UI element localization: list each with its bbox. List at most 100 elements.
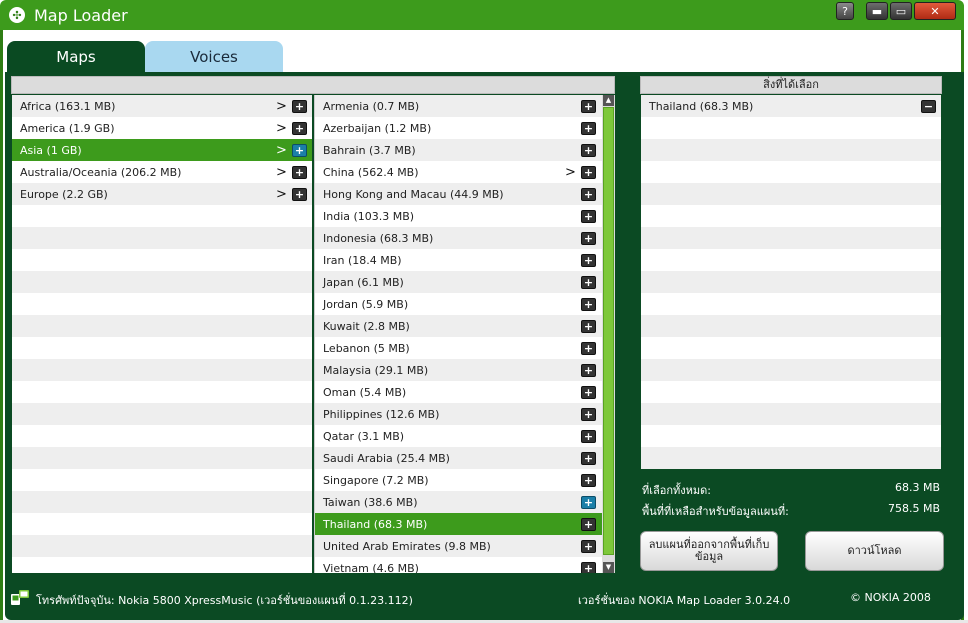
region-item[interactable]: America (1.9 GB) > + xyxy=(12,117,312,139)
chevron-right-icon[interactable]: > xyxy=(276,99,287,114)
add-icon[interactable]: + xyxy=(581,165,596,179)
add-icon[interactable]: + xyxy=(292,121,307,135)
add-icon[interactable]: + xyxy=(581,451,596,465)
country-item[interactable]: Thailand (68.3 MB) + xyxy=(315,513,602,535)
region-item[interactable]: Africa (163.1 MB) > + xyxy=(12,95,312,117)
region-item-label: Australia/Oceania (206.2 MB) xyxy=(20,165,182,179)
add-icon[interactable]: + xyxy=(581,539,596,553)
empty-row xyxy=(641,425,941,447)
add-icon[interactable]: + xyxy=(581,297,596,311)
add-icon[interactable]: + xyxy=(581,429,596,443)
country-item[interactable]: Lebanon (5 MB) + xyxy=(315,337,602,359)
remove-icon[interactable]: − xyxy=(921,99,936,113)
maximize-button[interactable]: ▭ xyxy=(890,2,912,20)
add-icon[interactable]: + xyxy=(581,253,596,267)
add-icon[interactable]: + xyxy=(581,143,596,157)
close-button[interactable]: ✕ xyxy=(914,2,956,20)
remove-maps-button[interactable]: ลบแผนที่ออกจากพื้นที่เก็บข้อมูล xyxy=(640,531,778,571)
selected-item[interactable]: Thailand (68.3 MB) − xyxy=(641,95,941,117)
country-item-label: Vietnam (4.6 MB) xyxy=(323,561,419,574)
country-item-label: United Arab Emirates (9.8 MB) xyxy=(323,539,491,553)
country-item[interactable]: United Arab Emirates (9.8 MB) + xyxy=(315,535,602,557)
free-space-label: พื้นที่ที่เหลือสำหรับข้อมูลแผนที่: xyxy=(642,505,789,518)
country-item[interactable]: Hong Kong and Macau (44.9 MB) + xyxy=(315,183,602,205)
chevron-right-icon[interactable]: > xyxy=(276,187,287,202)
scroll-down-arrow-icon[interactable]: ▼ xyxy=(603,562,614,573)
add-icon[interactable]: + xyxy=(292,165,307,179)
region-item[interactable]: Asia (1 GB) > + xyxy=(12,139,312,161)
selected-item-label: Thailand (68.3 MB) xyxy=(649,99,754,113)
country-item-label: Japan (6.1 MB) xyxy=(323,275,404,289)
add-icon[interactable]: + xyxy=(581,341,596,355)
country-item[interactable]: Qatar (3.1 MB) + xyxy=(315,425,602,447)
add-icon[interactable]: + xyxy=(581,231,596,245)
add-icon[interactable]: + xyxy=(581,121,596,135)
country-item[interactable]: Oman (5.4 MB) + xyxy=(315,381,602,403)
download-button[interactable]: ดาวน์โหลด xyxy=(805,531,944,571)
add-icon[interactable]: + xyxy=(581,275,596,289)
country-item[interactable]: Bahrain (3.7 MB) + xyxy=(315,139,602,161)
empty-row xyxy=(12,535,312,557)
add-icon[interactable]: + xyxy=(581,495,596,509)
country-item[interactable]: Azerbaijan (1.2 MB) + xyxy=(315,117,602,139)
add-icon[interactable]: + xyxy=(581,407,596,421)
region-item[interactable]: Europe (2.2 GB) > + xyxy=(12,183,312,205)
add-icon[interactable]: + xyxy=(292,143,307,157)
country-item[interactable]: Armenia (0.7 MB) + xyxy=(315,95,602,117)
empty-row xyxy=(641,249,941,271)
help-button[interactable]: ? xyxy=(836,2,854,20)
add-icon[interactable]: + xyxy=(581,473,596,487)
country-item-label: Oman (5.4 MB) xyxy=(323,385,407,399)
country-item[interactable]: Saudi Arabia (25.4 MB) + xyxy=(315,447,602,469)
chevron-right-icon[interactable]: > xyxy=(276,143,287,158)
scroll-up-arrow-icon[interactable]: ▲ xyxy=(603,95,614,106)
country-list-scrollbar[interactable]: ▲ ▼ xyxy=(602,95,615,573)
empty-row xyxy=(641,161,941,183)
country-item-label: Singapore (7.2 MB) xyxy=(323,473,429,487)
add-icon[interactable]: + xyxy=(581,517,596,531)
tab-maps[interactable]: Maps xyxy=(7,41,145,72)
region-item-label: Europe (2.2 GB) xyxy=(20,187,108,201)
country-item[interactable]: Taiwan (38.6 MB) + xyxy=(315,491,602,513)
empty-row xyxy=(641,381,941,403)
total-selected-row: ที่เลือกทั้งหมด: 68.3 MB xyxy=(642,481,940,499)
window-controls: ? ▬ ▭ ✕ xyxy=(836,2,956,20)
empty-row xyxy=(12,205,312,227)
tab-voices[interactable]: Voices xyxy=(145,41,283,72)
chevron-right-icon[interactable]: > xyxy=(276,165,287,180)
country-item[interactable]: Indonesia (68.3 MB) + xyxy=(315,227,602,249)
country-item[interactable]: Japan (6.1 MB) + xyxy=(315,271,602,293)
country-item[interactable]: China (562.4 MB) > + xyxy=(315,161,602,183)
chevron-right-icon[interactable]: > xyxy=(565,165,576,180)
empty-row xyxy=(12,447,312,469)
region-item-label: America (1.9 GB) xyxy=(20,121,115,135)
country-item[interactable]: Philippines (12.6 MB) + xyxy=(315,403,602,425)
country-item[interactable]: Malaysia (29.1 MB) + xyxy=(315,359,602,381)
minimize-button[interactable]: ▬ xyxy=(866,2,888,20)
empty-row xyxy=(641,117,941,139)
region-list: Africa (163.1 MB) > + America (1.9 GB) > + Asi… xyxy=(12,95,312,573)
country-item[interactable]: India (103.3 MB) + xyxy=(315,205,602,227)
add-icon[interactable]: + xyxy=(581,363,596,377)
add-icon[interactable]: + xyxy=(581,187,596,201)
add-icon[interactable]: + xyxy=(292,187,307,201)
add-icon[interactable]: + xyxy=(581,99,596,113)
empty-row xyxy=(12,491,312,513)
country-item-label: Indonesia (68.3 MB) xyxy=(323,231,434,245)
add-icon[interactable]: + xyxy=(581,561,596,573)
region-item[interactable]: Australia/Oceania (206.2 MB) > + xyxy=(12,161,312,183)
add-icon[interactable]: + xyxy=(581,319,596,333)
add-icon[interactable]: + xyxy=(581,385,596,399)
chevron-right-icon[interactable]: > xyxy=(276,121,287,136)
add-icon[interactable]: + xyxy=(581,209,596,223)
country-item[interactable]: Singapore (7.2 MB) + xyxy=(315,469,602,491)
country-item[interactable]: Vietnam (4.6 MB) + xyxy=(315,557,602,573)
empty-row xyxy=(12,557,312,573)
country-item[interactable]: Iran (18.4 MB) + xyxy=(315,249,602,271)
country-item-label: Hong Kong and Macau (44.9 MB) xyxy=(323,187,504,201)
empty-row xyxy=(641,271,941,293)
country-item[interactable]: Kuwait (2.8 MB) + xyxy=(315,315,602,337)
country-item[interactable]: Jordan (5.9 MB) + xyxy=(315,293,602,315)
scroll-thumb[interactable] xyxy=(603,107,614,555)
add-icon[interactable]: + xyxy=(292,99,307,113)
